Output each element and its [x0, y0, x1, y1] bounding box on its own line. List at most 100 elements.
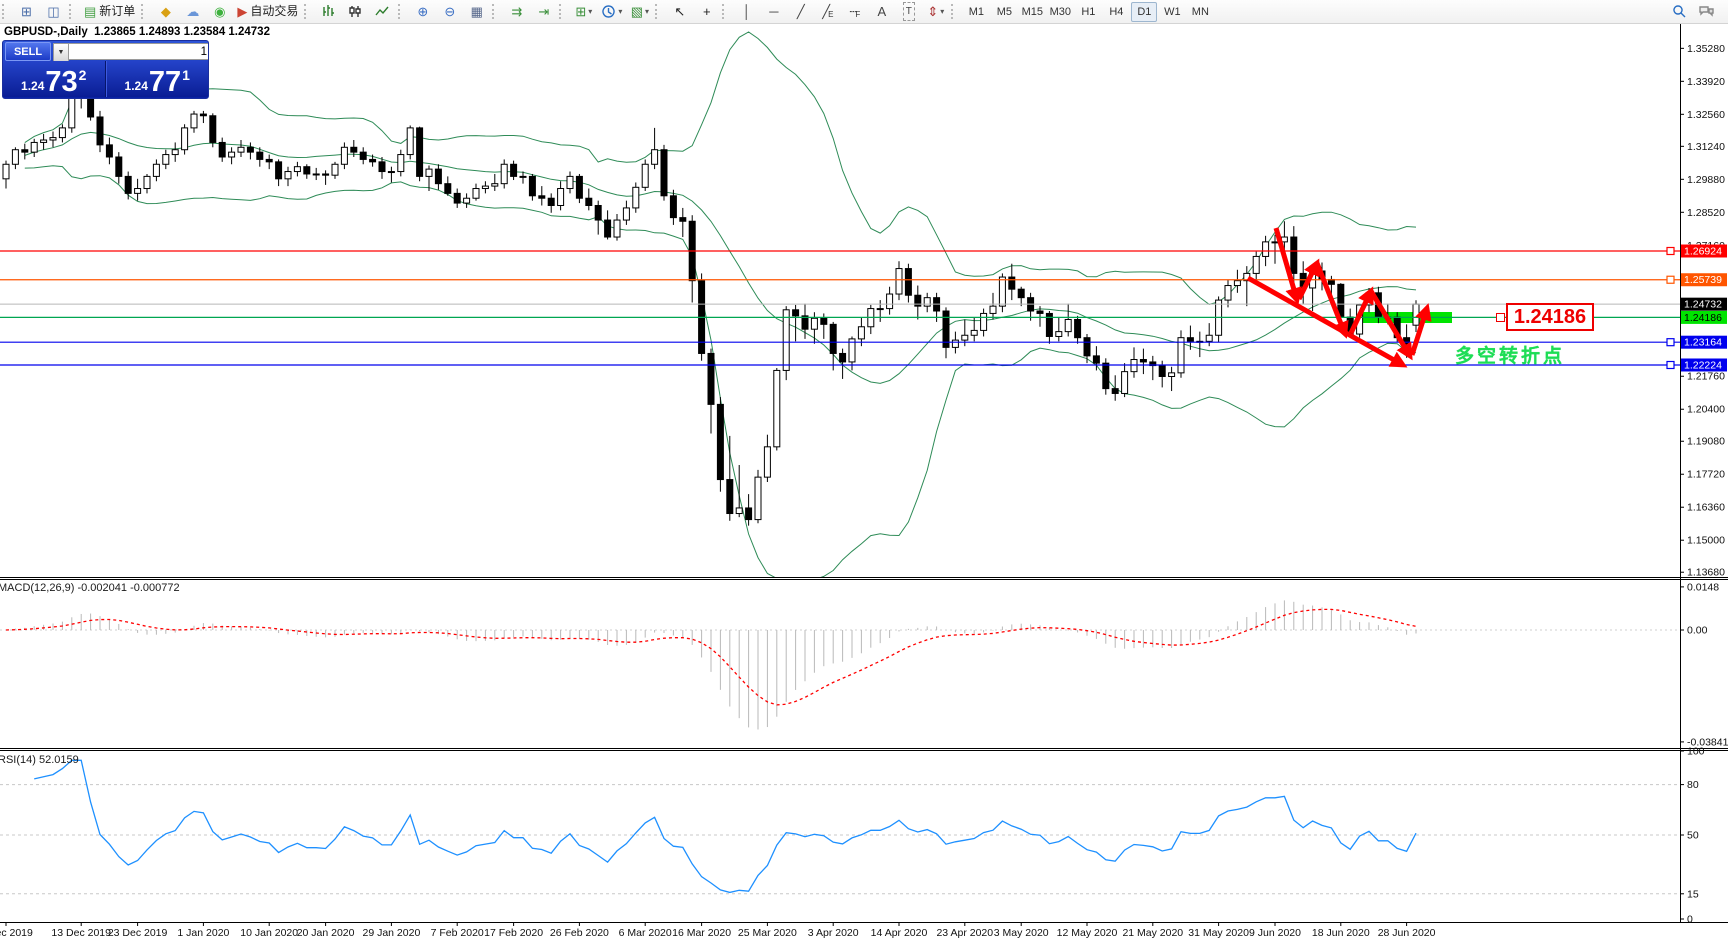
- svg-text:1.32560: 1.32560: [1687, 109, 1725, 121]
- volume-input[interactable]: [69, 43, 208, 60]
- timeframe-button-d1[interactable]: D1: [1131, 1, 1158, 22]
- buy-price-pip: 1: [182, 67, 190, 83]
- svg-text:3 May 2020: 3 May 2020: [994, 927, 1049, 939]
- toolbar-group-grip: [492, 4, 499, 19]
- price-callout-handle[interactable]: [1496, 313, 1505, 322]
- svg-text:14 Apr 2020: 14 Apr 2020: [871, 927, 928, 939]
- signals-icon[interactable]: ◉: [207, 1, 232, 22]
- timeframe-button-m5[interactable]: M5: [991, 2, 1017, 22]
- svg-text:18 Jun 2020: 18 Jun 2020: [1312, 927, 1370, 939]
- svg-text:1.24732: 1.24732: [1684, 299, 1722, 311]
- timeframe-button-h4[interactable]: H4: [1103, 2, 1129, 22]
- svg-text:9 Jun 2020: 9 Jun 2020: [1249, 927, 1301, 939]
- indicators-dropdown-icon[interactable]: ▧ ▾: [627, 1, 652, 22]
- text-icon[interactable]: A: [869, 1, 894, 22]
- toolbar-group-grip: [2, 4, 9, 19]
- svg-text:1.29880: 1.29880: [1687, 174, 1725, 186]
- macd-panel: [0, 600, 1680, 730]
- fibonacci-icon[interactable]: ┄ F: [842, 1, 867, 22]
- sell-price-prefix: 1.24: [21, 79, 45, 93]
- sell-price-main: 73: [45, 66, 78, 98]
- channel-icon[interactable]: ╱ E: [815, 1, 840, 22]
- svg-text:12 May 2020: 12 May 2020: [1057, 927, 1118, 939]
- buy-price-prefix: 1.24: [124, 79, 148, 93]
- auto-scroll-icon[interactable]: ⇉: [504, 1, 529, 22]
- timeframe-button-w1[interactable]: W1: [1159, 2, 1185, 22]
- svg-text:20 Jan 2020: 20 Jan 2020: [297, 927, 355, 939]
- trendline-icon[interactable]: ╱: [788, 1, 813, 22]
- sell-price-pip: 2: [78, 67, 87, 83]
- candles-layer: [2, 51, 1420, 526]
- toolbar-group-grip: [655, 4, 662, 19]
- macd-indicator-label: MACD(12,26,9) -0.002041 -0.000772: [0, 582, 180, 594]
- svg-text:1.19080: 1.19080: [1687, 436, 1725, 448]
- tile-windows-icon[interactable]: ▦: [464, 1, 489, 22]
- navigator-icon[interactable]: ☁: [180, 1, 205, 22]
- new-order-button[interactable]: ▤ 新订单: [81, 1, 138, 22]
- crosshair-icon[interactable]: +: [694, 1, 719, 22]
- svg-text:15: 15: [1687, 888, 1699, 900]
- svg-text:16 Mar 2020: 16 Mar 2020: [672, 927, 731, 939]
- svg-text:1.33920: 1.33920: [1687, 76, 1725, 88]
- zoom-out-icon[interactable]: ⊖: [437, 1, 462, 22]
- svg-text:1.15000: 1.15000: [1687, 535, 1725, 547]
- label-icon[interactable]: T: [896, 1, 921, 22]
- candlestick-chart-icon[interactable]: [343, 1, 368, 22]
- svg-text:29 Jan 2020: 29 Jan 2020: [362, 927, 420, 939]
- svg-text:1.17720: 1.17720: [1687, 469, 1725, 481]
- timeframe-button-m30[interactable]: M30: [1047, 2, 1073, 22]
- period-dropdown-icon[interactable]: ▾: [598, 1, 625, 22]
- svg-text:1.16360: 1.16360: [1687, 502, 1725, 514]
- svg-text:23 Dec 2019: 23 Dec 2019: [108, 927, 168, 939]
- metaeditor-icon[interactable]: ◆: [153, 1, 178, 22]
- line-chart-icon[interactable]: [370, 1, 395, 22]
- new-chart-icon[interactable]: ⊞: [14, 1, 39, 22]
- sell-button[interactable]: SELL: [5, 42, 51, 61]
- svg-text:1.25739: 1.25739: [1684, 274, 1722, 286]
- arrows-tool-icon[interactable]: ⇕ ▾: [923, 1, 948, 22]
- svg-text:13 Dec 2019: 13 Dec 2019: [51, 927, 111, 939]
- timeframe-button-m1[interactable]: M1: [963, 2, 989, 22]
- vertical-line-icon[interactable]: │: [734, 1, 759, 22]
- zoom-in-icon[interactable]: ⊕: [410, 1, 435, 22]
- buy-price[interactable]: 1.24 77 1: [105, 61, 208, 97]
- print-preview-icon[interactable]: ◫: [41, 1, 66, 22]
- price-callout-box[interactable]: 1.24186: [1506, 303, 1594, 331]
- timeframe-button-mn[interactable]: MN: [1187, 2, 1213, 22]
- chart-shift-icon[interactable]: ⇥: [531, 1, 556, 22]
- svg-text:0.0148: 0.0148: [1687, 581, 1719, 593]
- chat-icon[interactable]: [1694, 1, 1719, 22]
- toolbar-group-grip: [141, 4, 148, 19]
- bar-chart-icon[interactable]: [316, 1, 341, 22]
- svg-text:3 Apr 2020: 3 Apr 2020: [808, 927, 859, 939]
- chart-canvas[interactable]: 1.35280 1.33920 1.32560 1.31240 1.29880 1.285…: [0, 0, 1728, 941]
- sell-price[interactable]: 1.24 73 2: [3, 61, 106, 97]
- svg-text:1.20400: 1.20400: [1687, 404, 1725, 416]
- search-icon[interactable]: [1667, 1, 1692, 22]
- svg-text:1.13680: 1.13680: [1687, 567, 1725, 579]
- toolbar: ⊞ ◫ ▤ 新订单 ◆ ☁ ◉ ▶ 自动交易 ⊕ ⊖ ▦ ⇉ ⇥ ⊞ ▾ ▾ ▧ ▾ ↖ + │ ─ ╱ ╱ E ┄ F A T ⇕ ▾ M1 M…: [0, 0, 1728, 24]
- symbol-period-label: GBPUSD-,Daily: [4, 26, 88, 38]
- mt4-window: { "window": { "symbol": "GBPUSD-,Daily",…: [0, 0, 1728, 941]
- horizontal-line-icon[interactable]: ─: [761, 1, 786, 22]
- svg-text:1.22224: 1.22224: [1684, 359, 1722, 371]
- ohlc-values: 1.23865 1.24893 1.23584 1.24732: [94, 26, 270, 38]
- svg-text:50: 50: [1687, 830, 1699, 842]
- rsi-panel: [0, 759, 1680, 895]
- toolbar-group-grip: [559, 4, 566, 19]
- timeframe-button-h1[interactable]: H1: [1075, 2, 1101, 22]
- svg-text:1.35280: 1.35280: [1687, 43, 1725, 55]
- svg-text:31 May 2020: 31 May 2020: [1188, 927, 1249, 939]
- cursor-icon[interactable]: ↖: [667, 1, 692, 22]
- toolbar-group-grip: [304, 4, 311, 19]
- one-click-trading-panel: SELL ▼ ▲ BUY 1.24 73 2 1.24 77 1: [2, 40, 209, 99]
- autotrading-button[interactable]: ▶ 自动交易: [234, 1, 301, 22]
- new-chart-dropdown-icon[interactable]: ⊞ ▾: [571, 1, 596, 22]
- volume-decrease-button[interactable]: ▼: [53, 43, 69, 62]
- toolbar-group-grip: [69, 4, 76, 19]
- turning-point-note[interactable]: 多空转折点: [1455, 341, 1565, 368]
- timeframe-button-m15[interactable]: M15: [1019, 2, 1045, 22]
- svg-text:1.28520: 1.28520: [1687, 207, 1725, 219]
- svg-text:23 Apr 2020: 23 Apr 2020: [936, 927, 993, 939]
- svg-text:1.24186: 1.24186: [1684, 312, 1722, 324]
